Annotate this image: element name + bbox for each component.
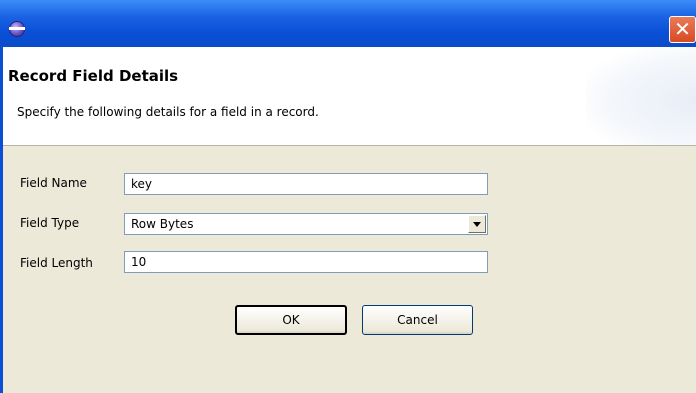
field-length-label: Field Length [20, 256, 93, 270]
field-type-value: Row Bytes [131, 217, 194, 231]
ok-button[interactable]: OK [235, 305, 347, 335]
title-bar[interactable]: ✕ [0, 0, 696, 47]
field-name-label: Field Name [20, 176, 87, 190]
field-name-input[interactable]: key [124, 173, 488, 195]
header-banner: Record Field Details Specify the followi… [3, 47, 696, 146]
field-type-select[interactable]: Row Bytes [124, 213, 488, 235]
field-type-label: Field Type [20, 216, 80, 230]
banner-decoration [586, 47, 696, 145]
dialog-title: Record Field Details [8, 67, 179, 85]
chevron-down-icon[interactable] [468, 215, 486, 233]
eclipse-icon [9, 21, 25, 37]
dialog-client-area: Record Field Details Specify the followi… [3, 47, 696, 393]
cancel-button[interactable]: Cancel [362, 305, 473, 335]
close-button[interactable]: ✕ [669, 16, 696, 43]
dialog-description: Specify the following details for a fiel… [17, 105, 319, 119]
field-length-input[interactable]: 10 [124, 251, 488, 273]
dialog-window: ✕ Record Field Details Specify the follo… [0, 0, 696, 393]
